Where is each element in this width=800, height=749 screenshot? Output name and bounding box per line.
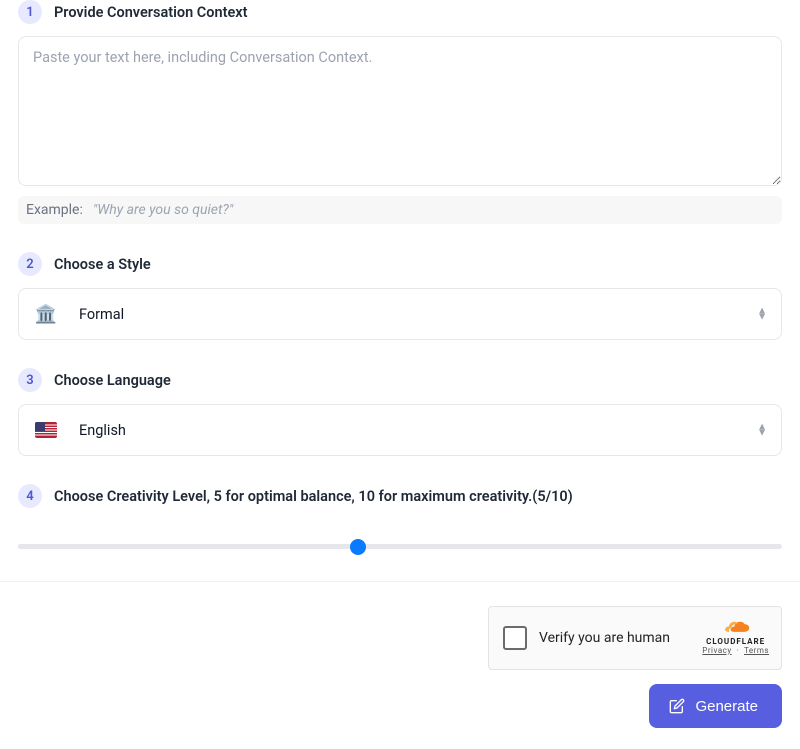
- captcha-links: Privacy · Terms: [702, 646, 769, 655]
- captcha-checkbox[interactable]: [503, 626, 527, 650]
- generate-label: Generate: [695, 698, 758, 715]
- section-header: 2 Choose a Style: [18, 252, 782, 276]
- captcha-brand-name: CLOUDFLARE: [706, 637, 765, 646]
- section-context: 1 Provide Conversation Context Example: …: [18, 0, 782, 224]
- style-value: Formal: [79, 306, 124, 323]
- example-label: Example:: [26, 202, 83, 218]
- captcha-brand: CLOUDFLARE Privacy · Terms: [702, 621, 769, 655]
- section-header: 3 Choose Language: [18, 368, 782, 392]
- example-row: Example: "Why are you so quiet?": [18, 196, 782, 224]
- step-badge-1: 1: [18, 0, 42, 24]
- section-creativity: 4 Choose Creativity Level, 5 for optimal…: [18, 484, 782, 553]
- footer-divider: [0, 581, 800, 582]
- edit-icon: [669, 698, 685, 714]
- slider-thumb[interactable]: [350, 539, 366, 555]
- section-title-language: Choose Language: [54, 372, 171, 389]
- captcha-widget: Verify you are human CLOUDFLARE Privacy …: [488, 606, 782, 670]
- language-select[interactable]: English ▲▼: [18, 404, 782, 456]
- section-title-style: Choose a Style: [54, 256, 151, 273]
- creativity-slider[interactable]: [18, 520, 782, 553]
- chevron-updown-icon: ▲▼: [757, 309, 767, 320]
- context-input[interactable]: [18, 36, 782, 186]
- section-title-creativity: Choose Creativity Level, 5 for optimal b…: [54, 488, 573, 505]
- step-badge-4: 4: [18, 484, 42, 508]
- step-badge-2: 2: [18, 252, 42, 276]
- captcha-privacy-link[interactable]: Privacy: [702, 646, 731, 655]
- example-text: "Why are you so quiet?": [93, 202, 233, 218]
- step-badge-3: 3: [18, 368, 42, 392]
- style-select[interactable]: 🏛️ Formal ▲▼: [18, 288, 782, 340]
- language-value: English: [79, 422, 126, 439]
- footer-row: Verify you are human CLOUDFLARE Privacy …: [18, 606, 782, 746]
- section-title-context: Provide Conversation Context: [54, 4, 247, 21]
- captcha-terms-link[interactable]: Terms: [744, 646, 769, 655]
- slider-track: [18, 544, 782, 549]
- section-header: 1 Provide Conversation Context: [18, 0, 782, 24]
- section-header: 4 Choose Creativity Level, 5 for optimal…: [18, 484, 782, 508]
- captcha-label: Verify you are human: [539, 630, 690, 646]
- cloudflare-icon: [720, 621, 752, 635]
- slider-fill: [18, 544, 358, 549]
- generate-button[interactable]: Generate: [649, 684, 782, 728]
- bank-icon: 🏛️: [35, 303, 57, 325]
- chevron-updown-icon: ▲▼: [757, 425, 767, 436]
- flag-us-icon: [35, 419, 57, 441]
- section-language: 3 Choose Language English ▲▼: [18, 368, 782, 456]
- section-style: 2 Choose a Style 🏛️ Formal ▲▼: [18, 252, 782, 340]
